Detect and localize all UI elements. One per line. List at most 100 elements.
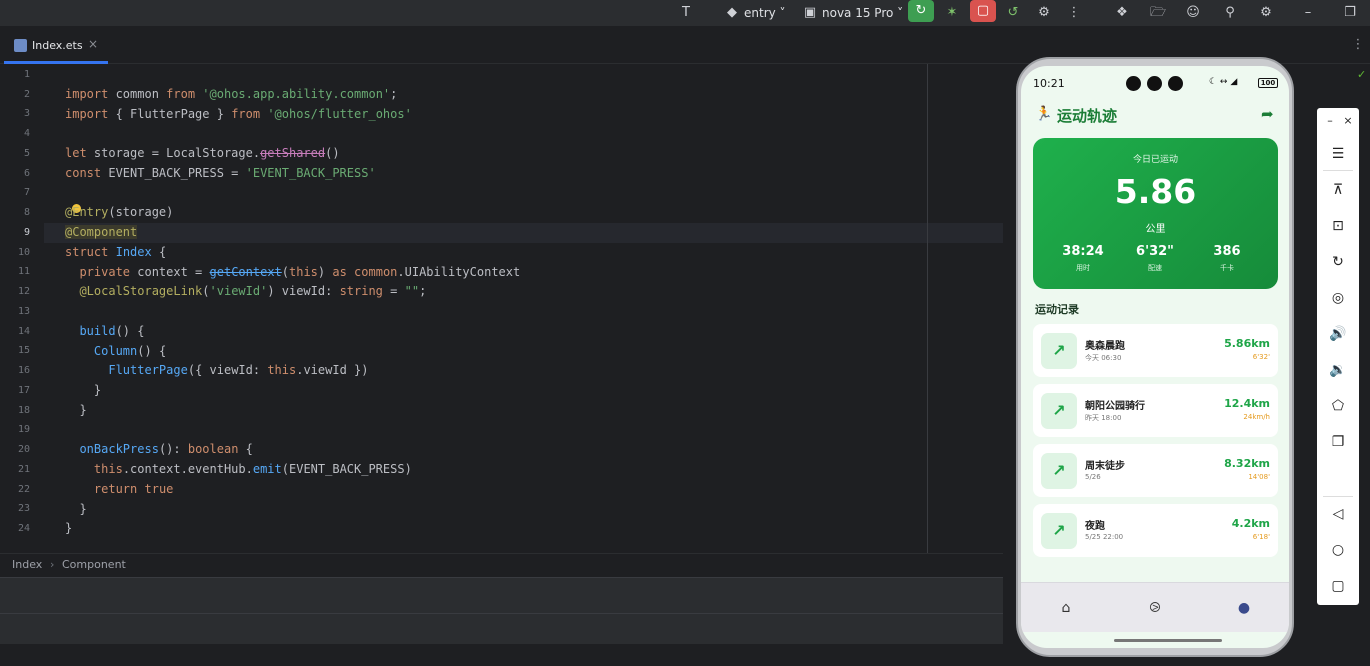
record-item[interactable]: ↗ 周末徒步 5/26 8.32km 14'08' [1033, 444, 1278, 497]
summary-caption: 今日已运动 [1132, 155, 1178, 165]
ets-file-icon [14, 39, 27, 52]
device-label: nova 15 Pro [822, 6, 894, 20]
line-number: 21 [17, 464, 30, 475]
tool-window-strip [0, 577, 1003, 613]
device-select[interactable]: nova 15 Pro ˅ [822, 4, 903, 22]
breadcrumb-item[interactable]: Index [12, 558, 42, 571]
stop-button[interactable]: ▢ [970, 0, 996, 22]
line-number: 1 [23, 69, 30, 80]
profiler-icon[interactable]: ⚙ [1034, 3, 1054, 23]
record-pace: 6'32' [1252, 353, 1270, 361]
rotate-icon[interactable]: ↻ [1317, 254, 1359, 270]
module-icon: ◆ [727, 5, 737, 20]
home-indicator[interactable] [1114, 639, 1222, 642]
status-icons: ☾ ↔ ◢ [1209, 77, 1238, 87]
phone-screen[interactable]: 10:21 ☾ ↔ ◢ 100 🏃 运动轨迹 ➦ 今日已运动 5.86 公里 3… [1021, 66, 1289, 648]
breadcrumb-item[interactable]: Component [62, 558, 126, 571]
line-number: 18 [17, 405, 30, 416]
multi-device-icon[interactable]: ❐ [1317, 434, 1359, 450]
run-icon: ↻ [915, 3, 927, 18]
profile-icon[interactable]: ● [1232, 596, 1256, 620]
line-number: 11 [17, 266, 30, 277]
record-pace: 24km/h [1243, 413, 1270, 421]
line-number: 24 [17, 523, 30, 534]
folder-icon[interactable]: 🗁 [1148, 3, 1168, 23]
camera-cutout [1126, 76, 1141, 91]
record-name: 夜跑 [1085, 521, 1105, 532]
stat-value: 38:24 [1062, 244, 1104, 259]
pin-top-icon[interactable]: ⊼ [1317, 182, 1359, 198]
code-line: } [65, 502, 87, 516]
settings-icon[interactable]: ⚙ [1256, 3, 1276, 23]
line-number: 14 [17, 326, 30, 337]
run-button[interactable]: ↻ [908, 0, 934, 22]
records-section-title: 运动记录 [1035, 303, 1079, 316]
line-number: 7 [23, 187, 30, 198]
volume-up-icon[interactable]: 🔊 [1317, 326, 1359, 342]
apply-changes-icon[interactable]: ↺ [1003, 3, 1023, 23]
search-icon[interactable]: ⚲ [1220, 3, 1240, 23]
recents-icon[interactable]: ▢ [1317, 578, 1359, 594]
right-margin-guide [927, 64, 928, 553]
restore-icon[interactable]: ❐ [1340, 3, 1360, 23]
home-button-icon[interactable]: ○ [1317, 542, 1359, 558]
status-strip [0, 613, 1003, 644]
run-config-label: entry [744, 6, 776, 20]
code-line: Column() { [93, 344, 167, 358]
line-number: 17 [17, 385, 30, 396]
code-line: FlutterPage({ viewId: this.viewId }) [108, 363, 369, 377]
fold-icon[interactable]: ⬠ [1317, 398, 1359, 414]
code-line: import { FlutterPage } from '@ohos/flutt… [65, 107, 412, 121]
stat-value: 386 [1213, 244, 1241, 259]
debug-icon[interactable]: ✶ [942, 3, 962, 23]
code-line: this.context.eventHub.emit(EVENT_BACK_PR… [93, 462, 412, 476]
screenshot-icon[interactable]: ◎ [1317, 290, 1359, 306]
record-name: 朝阳公园骑行 [1085, 401, 1145, 412]
text-tool-icon[interactable]: T [676, 3, 696, 23]
line-number: 22 [17, 484, 30, 495]
code-line: const EVENT_BACK_PRESS = 'EVENT_BACK_PRE… [65, 166, 376, 180]
volume-down-icon[interactable]: 🔉 [1317, 362, 1359, 378]
trend-icon: ↗ [1041, 513, 1077, 549]
close-icon[interactable]: × [1327, 114, 1369, 127]
line-number: 19 [17, 424, 30, 435]
record-distance: 5.86km [1224, 337, 1270, 350]
code-line: } [65, 403, 87, 417]
run-config-select[interactable]: entry ˅ [744, 4, 786, 22]
back-icon[interactable]: ◁ [1317, 506, 1359, 522]
home-icon[interactable]: ⌂ [1054, 596, 1078, 620]
record-distance: 12.4km [1224, 397, 1270, 410]
code-line: private context = getContext(this) as co… [79, 265, 521, 279]
summary-unit: 公里 [1145, 224, 1166, 235]
code-line: build() { [79, 324, 145, 338]
record-name: 奥森晨跑 [1085, 341, 1125, 352]
chevron-right-icon: › [50, 558, 55, 571]
code-editor[interactable]: 1 2 3 4 5 6 7 8 9 10 11 12 13 14 15 16 1… [0, 64, 1003, 553]
breadcrumb: Index › Component [0, 553, 1003, 577]
record-item[interactable]: ↗ 夜跑 5/25 22:00 4.2km 6'18' [1033, 504, 1278, 557]
stat-label: 配速 [1148, 264, 1162, 272]
today-summary-card: 今日已运动 5.86 公里 38:24 用时 6'32" 配速 386 千卡 [1033, 138, 1278, 289]
tab-menu-icon[interactable]: ⋮ [1348, 35, 1368, 55]
record-item[interactable]: ↗ 奥森晨跑 今天 06:30 5.86km 6'32' [1033, 324, 1278, 377]
more-icon[interactable]: ⋮ [1064, 3, 1084, 23]
share-icon[interactable]: ➦ [1261, 105, 1274, 123]
menu-icon[interactable]: ☰ [1317, 146, 1359, 162]
tab-index-ets[interactable]: Index.ets × [4, 32, 108, 64]
line-number: 6 [23, 168, 30, 179]
line-number: 4 [23, 128, 30, 139]
crop-icon[interactable]: ⊡ [1317, 218, 1359, 234]
line-number: 16 [17, 365, 30, 376]
account-icon[interactable]: ☺ [1183, 3, 1203, 23]
close-icon[interactable]: × [88, 37, 98, 51]
plugin-icon[interactable]: ❖ [1112, 3, 1132, 23]
record-time: 5/26 [1085, 473, 1101, 481]
trend-icon: ↗ [1041, 333, 1077, 369]
line-number: 3 [23, 108, 30, 119]
compass-icon[interactable]: ⧁ [1143, 596, 1167, 620]
record-time: 5/25 22:00 [1085, 533, 1124, 541]
minimize-icon[interactable]: – [1298, 3, 1318, 23]
app-bar: 🏃 运动轨迹 ➦ [1021, 102, 1289, 128]
record-distance: 8.32km [1224, 457, 1270, 470]
record-item[interactable]: ↗ 朝阳公园骑行 昨天 18:00 12.4km 24km/h [1033, 384, 1278, 437]
